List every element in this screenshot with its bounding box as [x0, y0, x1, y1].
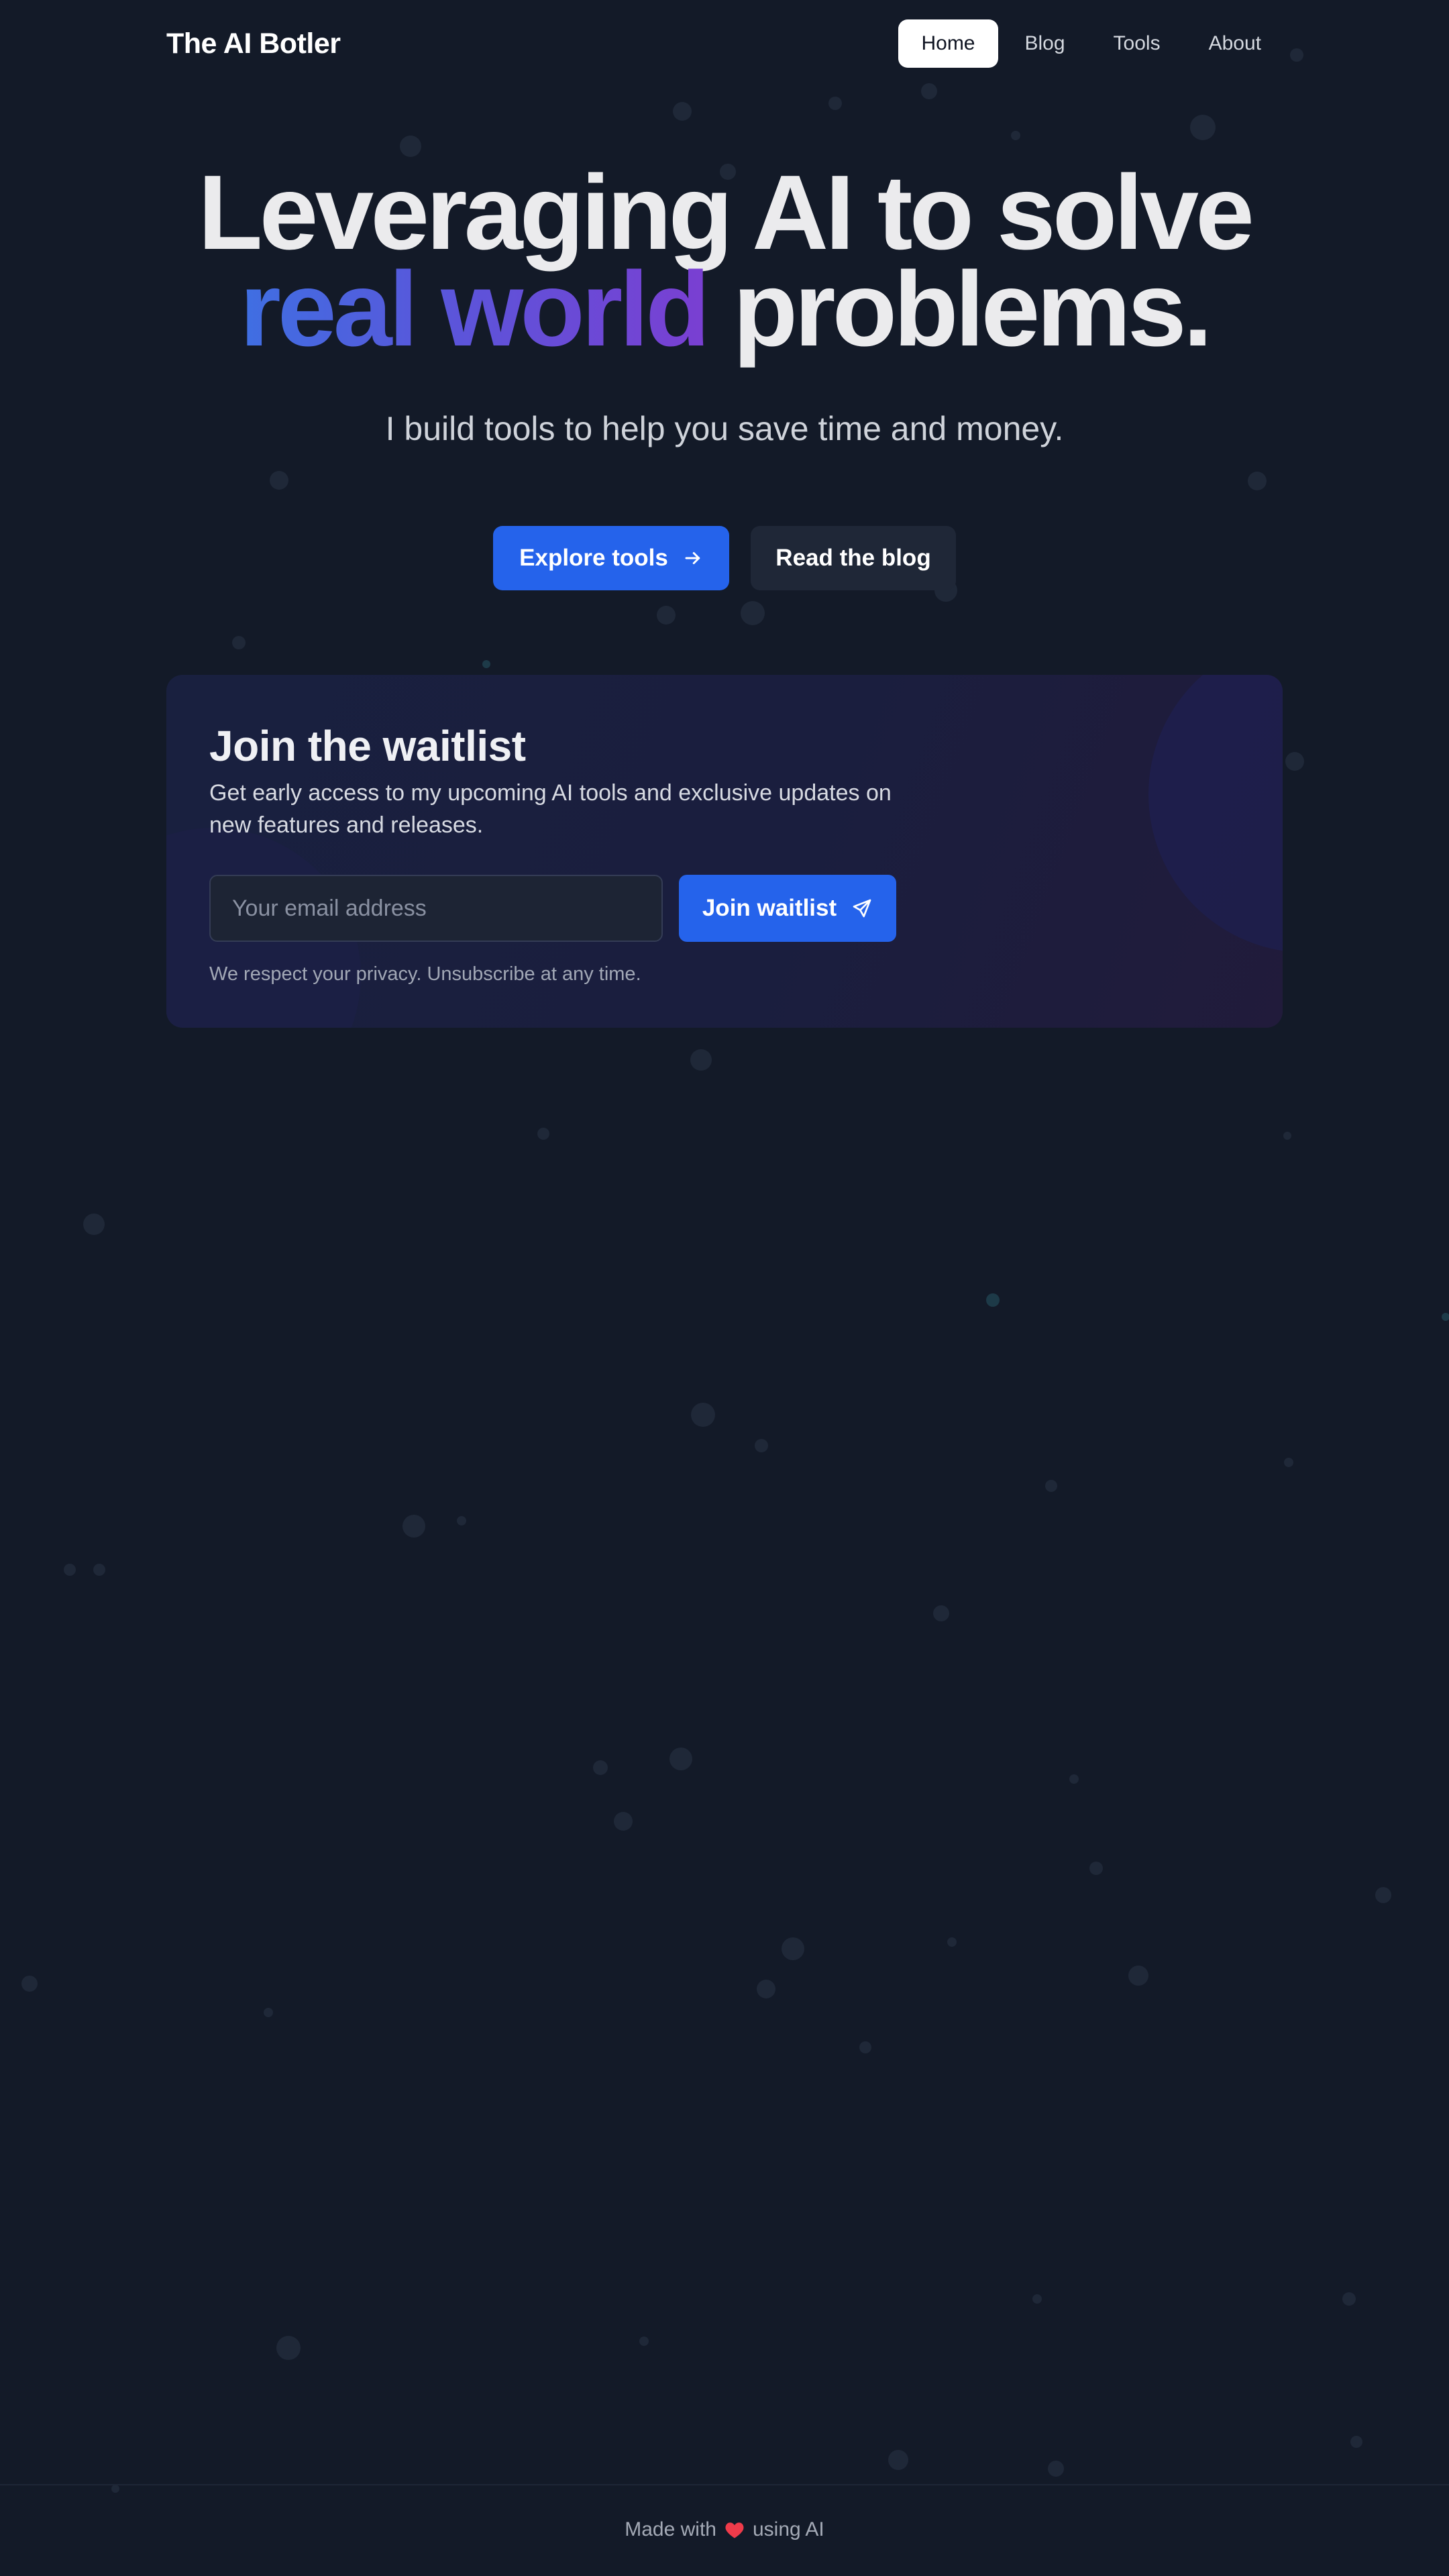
background-particles — [21, 48, 1449, 2493]
explore-tools-label: Explore tools — [519, 545, 668, 571]
top-nav: The AI Botler Home Blog Tools About — [166, 19, 1283, 68]
waitlist-card: Join the waitlist Get early access to my… — [166, 675, 1283, 1028]
decorative-blob — [1148, 675, 1283, 953]
waitlist-description: Get early access to my upcoming AI tools… — [209, 780, 892, 838]
page: The AI Botler Home Blog Tools About Leve… — [0, 0, 1449, 2576]
join-waitlist-label: Join waitlist — [702, 895, 837, 921]
brand-logo[interactable]: The AI Botler — [166, 24, 341, 63]
send-icon — [851, 898, 873, 919]
footer: Made with using AI — [0, 2510, 1449, 2549]
hero-title-rest: problems. — [733, 250, 1213, 368]
footer-suffix: using AI — [752, 2518, 824, 2540]
heart-icon — [724, 2520, 745, 2539]
privacy-note: We respect your privacy. Unsubscribe at … — [209, 963, 641, 985]
hero-actions: Explore tools Read the blog — [0, 526, 1449, 590]
explore-tools-button[interactable]: Explore tools — [493, 526, 729, 590]
nav-link-home[interactable]: Home — [898, 19, 998, 68]
email-input[interactable] — [209, 875, 663, 942]
footer-divider — [0, 2484, 1449, 2485]
nav-link-blog[interactable]: Blog — [1004, 19, 1087, 68]
hero-subtitle: I build tools to help you save time and … — [385, 410, 1064, 447]
hero-title: Leveraging AI to solve real world proble… — [0, 160, 1449, 362]
hero-title-highlight: real world — [239, 250, 710, 368]
nav-link-tools[interactable]: Tools — [1092, 19, 1182, 68]
footer-prefix: Made with — [625, 2518, 716, 2540]
read-blog-label: Read the blog — [775, 545, 931, 571]
arrow-right-icon — [683, 548, 703, 568]
join-waitlist-button[interactable]: Join waitlist — [679, 875, 896, 942]
read-blog-button[interactable]: Read the blog — [751, 526, 956, 590]
nav-link-about[interactable]: About — [1187, 19, 1283, 68]
waitlist-title: Join the waitlist — [209, 722, 526, 770]
nav-links: Home Blog Tools About — [893, 19, 1283, 68]
